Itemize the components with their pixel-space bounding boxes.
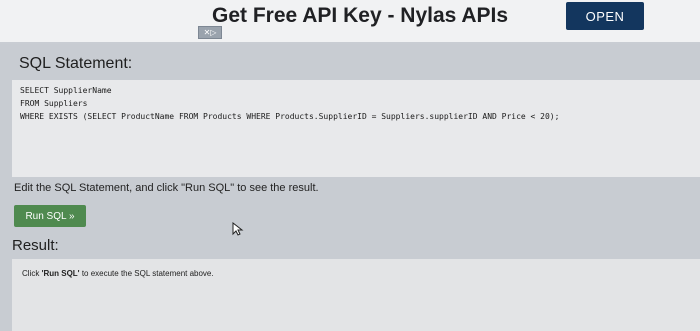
result-message: Click 'Run SQL' to execute the SQL state… (22, 269, 214, 278)
sql-line[interactable]: SELECT SupplierName (20, 86, 112, 95)
sql-line[interactable]: WHERE EXISTS (SELECT ProductName FROM Pr… (20, 112, 559, 121)
sql-line[interactable]: FROM Suppliers (20, 99, 87, 108)
instructions-text: Edit the SQL Statement, and click "Run S… (14, 182, 319, 194)
mouse-cursor-icon (232, 222, 244, 236)
result-message-suffix: to execute the SQL statement above. (79, 269, 214, 278)
ad-title[interactable]: Get Free API Key - Nylas APIs (212, 4, 508, 28)
sql-statement-heading: SQL Statement: (19, 55, 133, 72)
ad-open-button[interactable]: OPEN (566, 2, 644, 30)
result-message-bold: 'Run SQL' (41, 269, 80, 278)
sql-editor[interactable]: SELECT SupplierName FROM Suppliers WHERE… (12, 80, 700, 177)
ad-banner[interactable]: Get Free API Key - Nylas APIs ✕▷ OPEN (0, 0, 700, 42)
result-heading: Result: (12, 237, 59, 254)
ad-choices-icon[interactable]: ✕▷ (198, 26, 222, 39)
run-sql-button[interactable]: Run SQL » (14, 205, 86, 227)
result-message-prefix: Click (22, 269, 42, 278)
result-panel: Click 'Run SQL' to execute the SQL state… (12, 259, 700, 331)
